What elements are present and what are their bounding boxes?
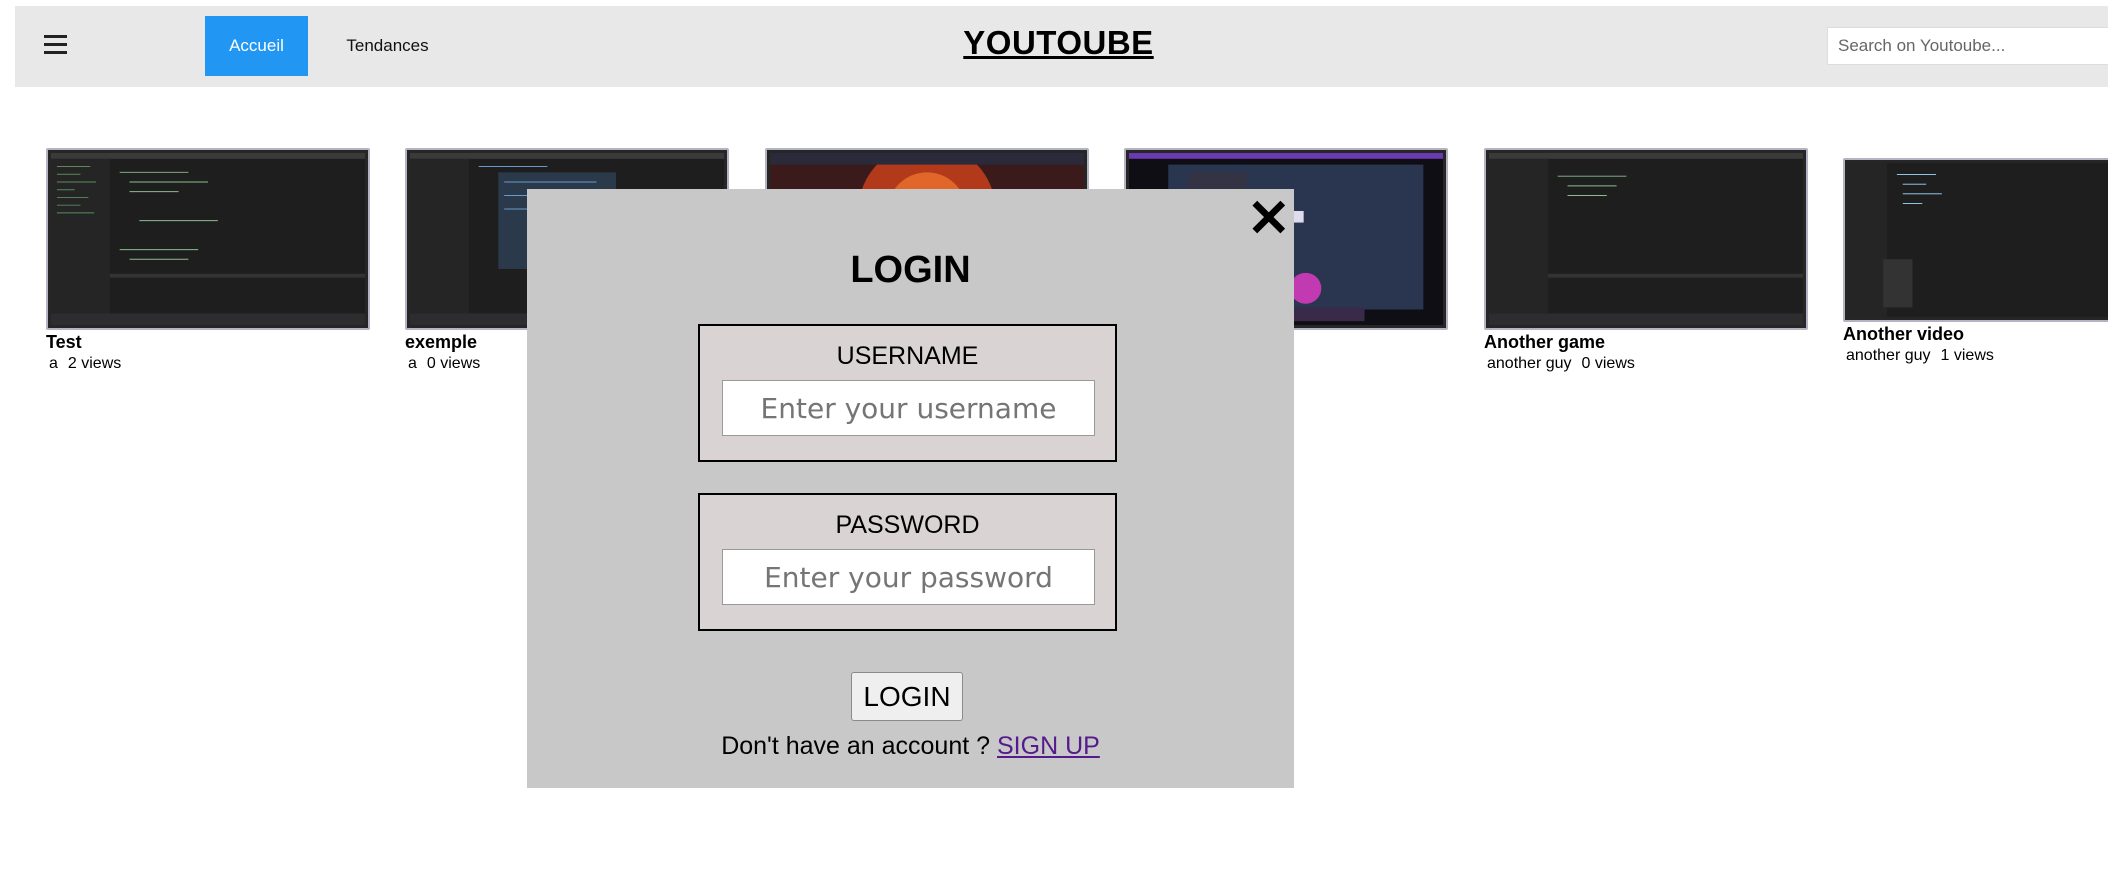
video-views: 1 views [1940, 347, 1994, 364]
video-views: 0 views [426, 355, 481, 372]
video-meta: another guy 0 views [1484, 355, 1808, 373]
video-thumbnail[interactable] [46, 148, 370, 330]
signup-link[interactable]: SIGN UP [997, 732, 1100, 760]
code-editor-image [1848, 163, 2108, 317]
top-bar: Accueil Tendances YOUTOUBE [15, 6, 2108, 87]
video-author: a [49, 355, 58, 372]
code-editor-image [51, 153, 365, 325]
video-thumbnail[interactable] [1484, 148, 1808, 330]
login-modal: ✕ LOGIN USERNAME PASSWORD LOGIN Don't ha… [527, 189, 1294, 788]
signup-prompt: Don't have an account ? SIGN UP [527, 732, 1294, 761]
login-button[interactable]: LOGIN [851, 672, 963, 721]
video-meta: a 2 views [46, 355, 370, 373]
username-label: USERNAME [836, 342, 979, 370]
video-author: a [408, 355, 417, 372]
brand-title[interactable]: YOUTOUBE [15, 24, 2108, 62]
code-editor-image [1489, 153, 1803, 325]
video-thumbnail[interactable] [1843, 158, 2108, 322]
video-title[interactable]: Another video [1843, 324, 2108, 345]
signup-text: Don't have an account ? [721, 732, 991, 760]
modal-title: LOGIN [850, 249, 971, 291]
username-input[interactable] [722, 380, 1095, 436]
username-field-group: USERNAME [698, 324, 1117, 462]
video-views: 0 views [1581, 355, 1635, 372]
video-author: another guy [1487, 355, 1572, 372]
video-title[interactable]: Another game [1484, 332, 1808, 353]
password-label: PASSWORD [835, 511, 980, 539]
video-views: 2 views [67, 355, 122, 372]
video-card: Test a 2 views [46, 148, 370, 373]
video-card: Another video another guy 1 views [1843, 158, 2108, 365]
password-input[interactable] [722, 549, 1095, 605]
video-author: another guy [1846, 347, 1931, 364]
search-input[interactable] [1827, 27, 2108, 65]
close-x-icon[interactable]: ✕ [1247, 193, 1291, 245]
video-title[interactable]: Test [46, 332, 370, 353]
video-card: Another game another guy 0 views [1484, 148, 1808, 373]
video-meta: another guy 1 views [1843, 347, 2108, 365]
password-field-group: PASSWORD [698, 493, 1117, 631]
